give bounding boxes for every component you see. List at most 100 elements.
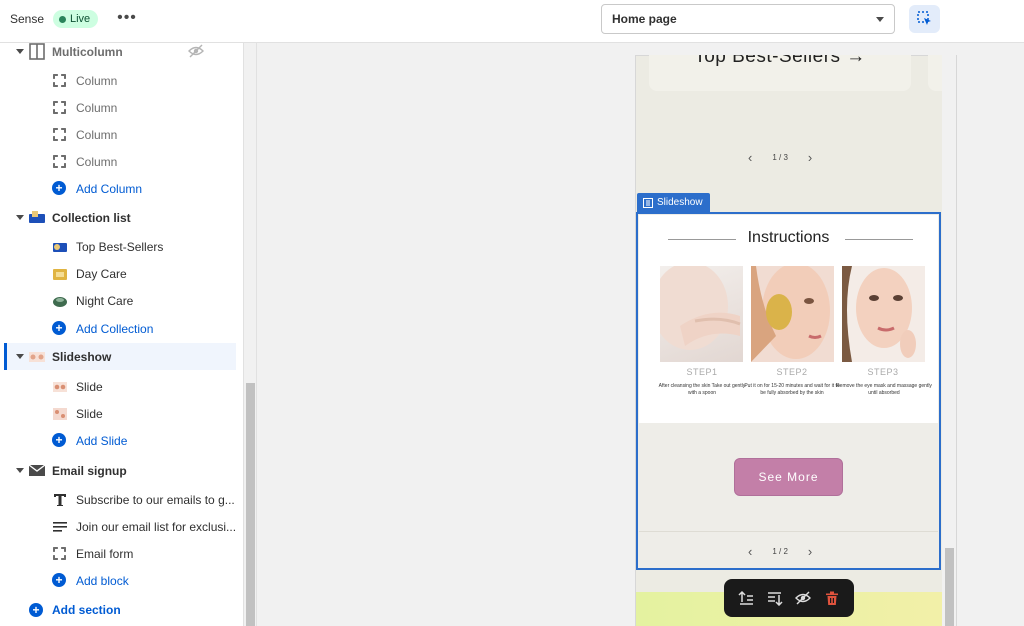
text-heading-icon: [54, 494, 66, 506]
collection-pager: ‹ 1 / 3 ›: [748, 150, 812, 165]
block-collection[interactable]: Day Care: [0, 260, 243, 287]
chevron-right-icon[interactable]: ›: [808, 544, 812, 559]
add-circle-icon: +: [52, 573, 66, 587]
caret-down-icon[interactable]: [16, 215, 24, 220]
block-heading[interactable]: Subscribe to our emails to g...: [0, 486, 243, 513]
product-thumbnail-icon: [53, 243, 67, 252]
collection-card-title: Top Best-Sellers →: [694, 55, 866, 67]
move-down-icon: [767, 592, 783, 606]
preview-scrollbar[interactable]: [942, 55, 956, 626]
block-column[interactable]: Column: [0, 121, 243, 148]
sidebar-scroll-thumb[interactable]: [246, 383, 255, 626]
paragraph-lines-icon: [53, 522, 67, 532]
selected-section-tag-label: Slideshow: [657, 197, 703, 208]
caret-down-icon[interactable]: [16, 354, 24, 359]
block-label: Top Best-Sellers: [76, 239, 164, 254]
theme-name: Sense: [10, 12, 45, 26]
step2-label: STEP2: [776, 367, 808, 377]
move-up-button[interactable]: [735, 587, 757, 609]
block-label: Night Care: [76, 293, 134, 308]
block-label: Column: [76, 127, 118, 142]
instructions-slide: Instructions STEP1 STEP2 STEP3 After cle…: [639, 215, 938, 423]
section-slideshow[interactable]: Slideshow: [4, 343, 236, 370]
step3-label: STEP3: [867, 367, 899, 377]
block-column[interactable]: Column: [0, 67, 243, 94]
add-circle-icon: +: [52, 433, 66, 447]
block-label: Join our email list for exclusi...: [76, 519, 237, 534]
eye-off-icon: [795, 591, 812, 605]
dashed-block-icon: [52, 100, 68, 116]
add-section-button[interactable]: + Add section: [0, 596, 243, 623]
title-rule-right: [845, 239, 913, 240]
block-slide[interactable]: Slide: [0, 400, 243, 427]
add-circle-icon: +: [29, 603, 43, 617]
delete-section-button[interactable]: [821, 587, 843, 609]
add-circle-icon: +: [52, 321, 66, 335]
slideshow-section-icon: [643, 197, 653, 208]
block-label: Email form: [76, 546, 134, 561]
add-collection-button[interactable]: + Add Collection: [0, 315, 243, 342]
dashed-block-icon: [52, 73, 68, 89]
step2-description: Put it on for 15-20 minutes and wait for…: [744, 383, 840, 396]
section-label: Collection list: [52, 210, 131, 225]
chevron-right-icon[interactable]: ›: [808, 150, 812, 165]
block-collection[interactable]: Top Best-Sellers: [0, 233, 243, 260]
hidden-eye-icon[interactable]: [188, 44, 204, 58]
slideshow-pager-count: 1 / 2: [772, 547, 788, 556]
section-floating-toolbar: [724, 579, 854, 617]
sidebar-scrollbar[interactable]: [244, 43, 257, 626]
block-slide[interactable]: Slide: [0, 373, 243, 400]
block-label: Slide: [76, 379, 103, 394]
preview-scroll-thumb[interactable]: [945, 548, 954, 626]
dashed-block-icon: [52, 127, 68, 143]
collection-pager-count: 1 / 3: [772, 153, 788, 162]
chevron-left-icon[interactable]: ‹: [748, 544, 752, 559]
live-status-label: Live: [70, 13, 91, 25]
block-email-form[interactable]: Email form: [0, 540, 243, 567]
step1-image: [660, 266, 743, 362]
inspector-toggle-button[interactable]: [909, 5, 940, 33]
hide-section-button[interactable]: [792, 587, 814, 609]
add-column-button[interactable]: + Add Column: [0, 175, 243, 202]
block-label: Subscribe to our emails to g...: [76, 492, 235, 507]
chevron-down-icon: [876, 17, 884, 22]
step1-description: After cleansing the skin Take out gently…: [658, 383, 746, 396]
section-collection-list[interactable]: Collection list: [0, 204, 243, 231]
section-multicolumn[interactable]: Multicolumn: [0, 43, 243, 65]
step3-image: [842, 266, 925, 362]
block-column[interactable]: Column: [0, 94, 243, 121]
move-up-icon: [738, 590, 754, 605]
add-block-label: Add block: [76, 573, 129, 588]
slideshow-divider: [639, 531, 938, 532]
caret-down-icon[interactable]: [16, 49, 24, 54]
section-email-signup[interactable]: Email signup: [0, 457, 243, 484]
move-down-button[interactable]: [764, 587, 786, 609]
block-paragraph[interactable]: Join our email list for exclusi...: [0, 513, 243, 540]
chevron-left-icon[interactable]: ‹: [748, 150, 752, 165]
editor-topbar: Sense Live ••• Home page: [0, 0, 1024, 43]
block-label: Column: [76, 73, 118, 88]
columns-icon: [29, 43, 45, 60]
page-selector[interactable]: Home page: [601, 4, 895, 34]
page-selector-value: Home page: [612, 12, 677, 26]
more-actions-button[interactable]: •••: [116, 8, 138, 30]
caret-down-icon[interactable]: [16, 468, 24, 473]
add-circle-icon: +: [52, 181, 66, 195]
block-collection[interactable]: Night Care: [0, 287, 243, 314]
collection-card[interactable]: Top Best-Sellers →: [649, 55, 911, 91]
see-more-button[interactable]: See More: [734, 458, 843, 496]
collection-card-next[interactable]: [928, 55, 942, 91]
dashed-block-icon: [52, 154, 68, 170]
slide-thumbnail-icon: [53, 408, 67, 420]
block-column[interactable]: Column: [0, 148, 243, 175]
collection-thumbnail-icon: [29, 211, 45, 223]
add-block-button[interactable]: + Add block: [0, 567, 243, 594]
section-tree-sidebar: Multicolumn Column Column Column Column …: [0, 43, 244, 626]
block-label: Column: [76, 100, 118, 115]
add-slide-button[interactable]: + Add Slide: [0, 427, 243, 454]
slideshow-pager: ‹ 1 / 2 ›: [748, 544, 812, 559]
product-thumbnail-icon: [53, 297, 67, 307]
block-label: Column: [76, 154, 118, 169]
instructions-title: Instructions: [747, 229, 830, 246]
selected-section-tag[interactable]: Slideshow: [637, 193, 710, 212]
